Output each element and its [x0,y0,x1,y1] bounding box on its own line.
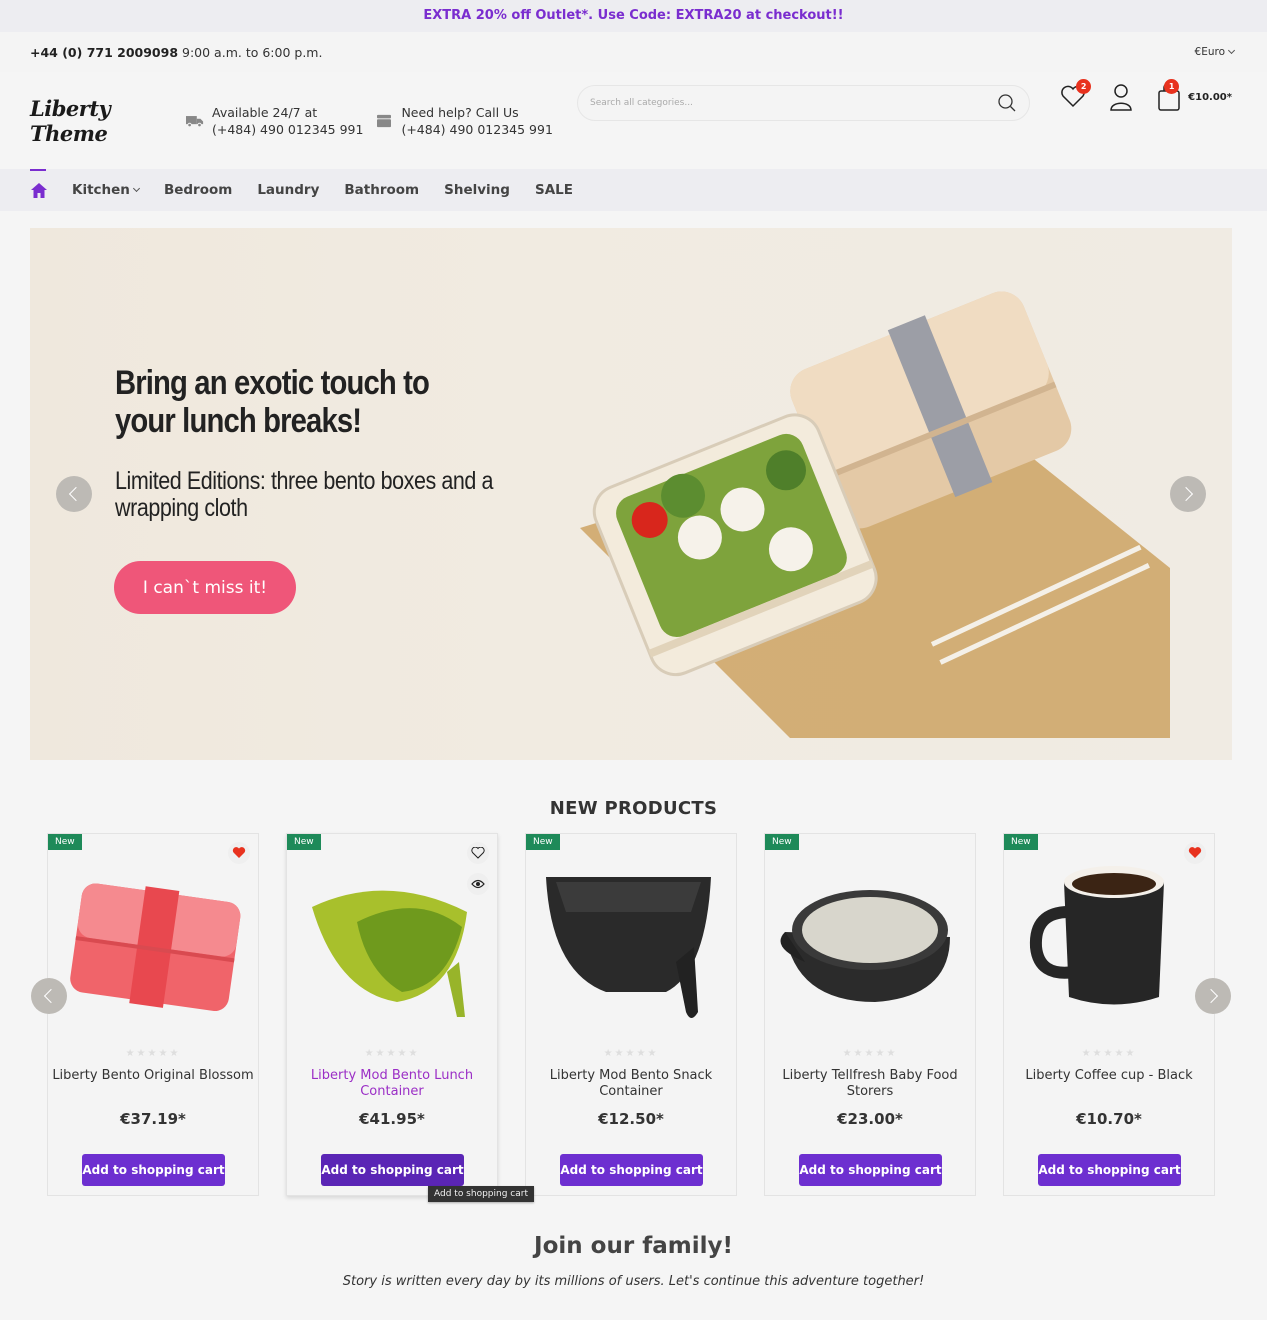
help-phone: (+484) 490 012345 991 [401,121,553,137]
chevron-right-icon [1178,486,1194,502]
hero-title: Bring an exotic touch to your lunch brea… [115,364,430,440]
product-price: €12.50* [598,1110,664,1128]
new-badge: New [48,834,82,850]
product-image [1029,866,1164,1005]
nav-label: Bedroom [163,182,233,198]
search-input[interactable] [590,98,997,108]
top-bar: +44 (0) 771 2009098 9:00 a.m. to 6:00 p.… [0,32,1267,72]
new-badge: New [287,834,321,850]
home-icon [30,182,47,198]
chevron-down-icon [1227,46,1236,55]
search-bar [577,85,1030,121]
header-actions: 2 1 €10.00* [1058,79,1232,112]
tooltip: Add to shopping cart [428,1186,534,1202]
new-badge: New [1004,834,1038,850]
currency-label: €Euro [1194,46,1225,58]
rating-stars: ★★★★★ [842,1048,898,1059]
promo-text: EXTRA 20% off Outlet*. Use Code: EXTRA20… [423,8,844,23]
nav-label: Kitchen [72,182,130,198]
wishlist-button[interactable]: 2 [1058,79,1092,112]
chevron-down-icon [132,184,140,193]
product-card[interactable]: New ★★★★★ Liberty Coffee cup - Black €10… [1003,833,1215,1196]
nav-item-bathroom[interactable]: Bathroom [344,182,419,198]
availability-phone: (+484) 490 012345 991 [212,121,364,137]
product-card[interactable]: New ★★★★★ Liberty Mod Bento Lunch Contai… [286,833,498,1196]
product-image [70,883,241,1012]
hero-subtitle: Limited Editions: three bento boxes and … [115,467,493,522]
new-badge: New [765,834,799,850]
nav-label: Laundry [257,182,320,198]
help-line1: Need help? Call Us [401,104,519,120]
nav-item-laundry[interactable]: Laundry [257,182,319,198]
cart-total[interactable]: €10.00* [1188,92,1232,103]
nav-label: Bathroom [344,182,420,198]
product-carousel: New ★★★★★ Liberty Bento Original Blossom… [47,833,1215,1196]
product-image [780,890,950,1002]
search-icon[interactable] [997,93,1017,113]
truck-icon [186,115,204,127]
product-name[interactable]: Liberty Mod Bento Snack Container [530,1068,732,1100]
logo[interactable]: Liberty Theme [30,96,186,146]
nav-item-shelving[interactable]: Shelving [444,182,510,198]
products-next-button[interactable] [1195,978,1231,1014]
rating-stars: ★★★★★ [1081,1048,1137,1059]
product-price: €10.70* [1076,1110,1142,1128]
product-image [546,877,711,1018]
user-icon [1110,84,1132,111]
bento-box-image [580,291,1170,738]
promo-banner: EXTRA 20% off Outlet*. Use Code: EXTRA20… [0,0,1267,32]
product-name[interactable]: Liberty Coffee cup - Black [1008,1068,1210,1084]
site-header: Liberty Theme Available 24/7 at (+484) 4… [0,72,1267,169]
product-name[interactable]: Liberty Bento Original Blossom [52,1068,254,1084]
currency-select[interactable]: €Euro [1194,46,1236,58]
account-button[interactable] [1106,82,1136,112]
hero-cta-button[interactable]: I can`t miss it! [114,561,296,614]
main-nav: Kitchen Bedroom Laundry Bathroom Shelvin… [0,169,1267,211]
rating-stars: ★★★★★ [603,1048,659,1059]
hero-next-button[interactable] [1170,476,1206,512]
product-card[interactable]: New ★★★★★ Liberty Tellfresh Baby Food St… [764,833,976,1196]
product-price: €23.00* [837,1110,903,1128]
chevron-left-icon [68,486,84,502]
chevron-left-icon [43,988,59,1004]
new-products-title: NEW PRODUCTS [549,798,718,819]
availability-line1: Available 24/7 at [212,104,318,120]
contact-info: +44 (0) 771 2009098 9:00 a.m. to 6:00 p.… [30,45,322,60]
phone-number: +44 (0) 771 2009098 [30,44,179,60]
product-price: €41.95* [359,1110,425,1128]
product-price: €37.19* [120,1110,186,1128]
nav-home[interactable] [30,169,47,211]
nav-label: Shelving [444,182,510,198]
opening-hours: 9:00 a.m. to 6:00 p.m. [182,44,323,60]
add-to-cart-button[interactable]: Add to shopping cart [560,1154,703,1186]
new-badge: New [526,834,560,850]
box-icon [377,114,392,127]
cart-button[interactable]: 1 [1154,79,1184,112]
join-subtitle: Story is written every day by its millio… [342,1274,925,1289]
product-card[interactable]: New ★★★★★ Liberty Mod Bento Snack Contai… [525,833,737,1196]
join-title: Join our family! [534,1233,733,1259]
wishlist-count-badge: 2 [1076,79,1092,94]
add-to-cart-button[interactable]: Add to shopping cart [82,1154,225,1186]
rating-stars: ★★★★★ [364,1048,420,1059]
add-to-cart-button[interactable]: Add to shopping cart [799,1154,942,1186]
product-card[interactable]: New ★★★★★ Liberty Bento Original Blossom… [47,833,259,1196]
product-name[interactable]: Liberty Tellfresh Baby Food Storers [769,1068,971,1100]
hero-prev-button[interactable] [56,476,92,512]
help-info: Need help? Call Us (+484) 490 012345 991 [375,104,553,138]
nav-item-sale[interactable]: SALE [535,182,573,198]
add-to-cart-button[interactable]: Add to shopping cart [321,1154,464,1186]
products-prev-button[interactable] [31,978,67,1014]
product-image [312,890,467,1017]
hero-slider: Bring an exotic touch to your lunch brea… [30,228,1232,760]
chevron-right-icon [1203,988,1219,1004]
nav-label: SALE [534,182,573,198]
nav-item-kitchen[interactable]: Kitchen [72,182,140,198]
availability-info: Available 24/7 at (+484) 490 012345 991 [186,104,363,138]
rating-stars: ★★★★★ [125,1048,181,1059]
product-name[interactable]: Liberty Mod Bento Lunch Container [291,1068,493,1100]
nav-item-bedroom[interactable]: Bedroom [164,182,232,198]
add-to-cart-button[interactable]: Add to shopping cart [1038,1154,1181,1186]
